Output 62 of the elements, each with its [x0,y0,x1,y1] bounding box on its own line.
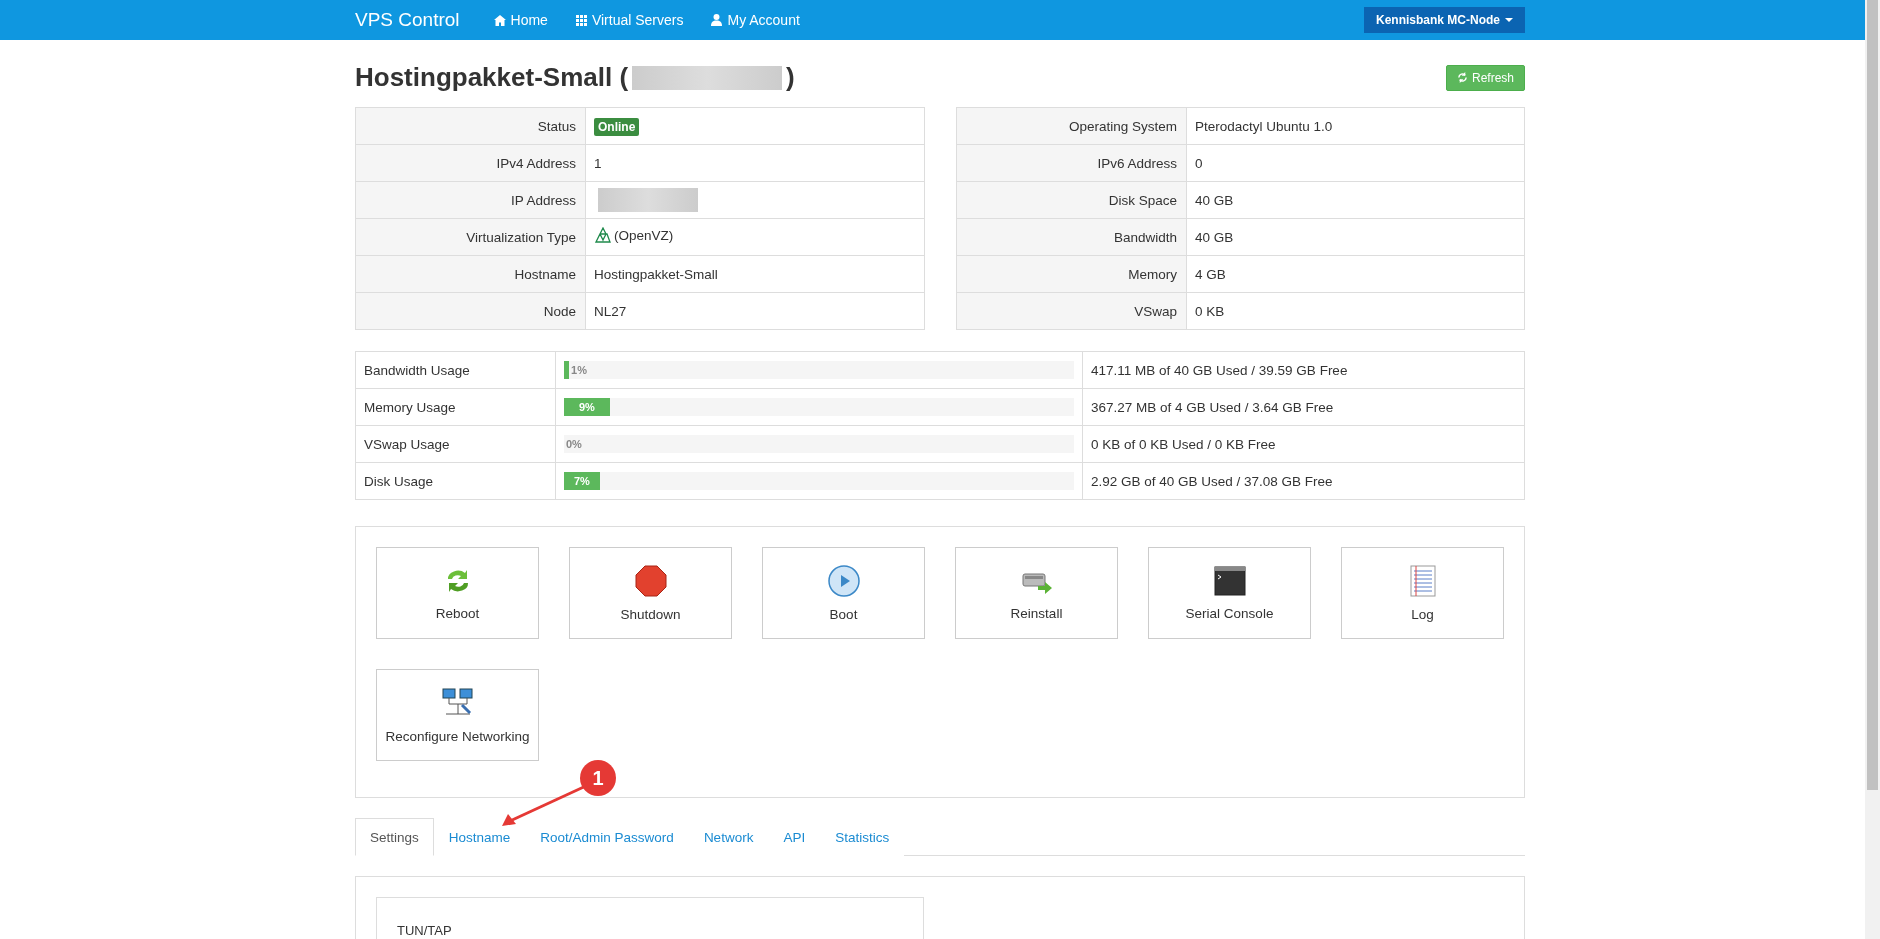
action-button[interactable]: Shutdown [569,547,732,639]
table-cell: 4 GB [1186,255,1525,293]
table-cell: 0 KB [1186,292,1525,330]
home-icon [493,14,506,26]
table-cell: NL27 [594,303,627,319]
notepad-icon [1409,564,1436,597]
action-button[interactable]: Reboot [376,547,539,639]
action-button[interactable]: Serial Console [1148,547,1311,639]
table-cell: 2.92 GB of 40 GB Used / 37.08 GB Free [1082,462,1525,500]
table-cell: 40 GB [1186,218,1525,256]
node-dropdown-button[interactable]: Kennisbank MC-Node [1364,7,1525,33]
nav-link[interactable]: My Account [711,12,800,28]
page-title: Hostingpakket-Small ( [355,62,629,93]
table-cell: VSwap Usage [355,425,556,463]
percent-label: 1% [570,363,587,378]
action-button[interactable]: Log [1341,547,1504,639]
refresh-icon [1456,72,1468,83]
table-cell: Status [355,107,586,145]
table-cell: Disk Usage [355,462,556,500]
table-cell: Bandwidth [956,218,1187,256]
table-cell: Memory [956,255,1187,293]
table-cell: Operating System [956,107,1187,145]
status-badge: Online [594,117,640,136]
terminal-icon [1213,565,1246,596]
table-cell: Hostname [355,255,586,293]
table-cell: 417.11 MB of 40 GB Used / 39.59 GB Free [1082,351,1525,389]
page-title: ) [786,62,795,93]
annotation-marker: 1 [580,760,616,796]
setting-label: TUN/TAP [397,923,452,938]
action-button[interactable]: Boot [762,547,925,639]
table-cell: 0 [1186,144,1525,182]
table-cell: 0 KB of 0 KB Used / 0 KB Free [1082,425,1525,463]
table-cell: VSwap [956,292,1187,330]
scrollbar[interactable] [1865,0,1880,939]
table-cell: Virtualization Type [355,218,586,256]
user-icon [711,14,723,26]
table-cell: 40 GB [1186,181,1525,219]
brand-title: VPS Control [355,9,460,31]
grid-icon [575,14,587,26]
action-button[interactable]: Reconfigure Networking [376,669,539,761]
stop-sign-icon [634,564,667,597]
caret-icon [1505,18,1513,22]
percent-label: 7% [573,474,590,489]
play-icon [827,564,860,597]
table-cell: (OpenVZ) [614,228,674,243]
table-cell: IPv6 Address [956,144,1187,182]
table-cell: IPv4 Address [355,144,586,182]
table-cell: Bandwidth Usage [355,351,556,389]
table-cell: 1 [594,155,602,171]
table-cell: IP Address [355,181,586,219]
table-cell: Pterodactyl Ubuntu 1.0 [1186,107,1525,145]
table-cell: Hostingpakket-Small [594,266,718,282]
table-cell: Disk Space [956,181,1187,219]
percent-label: 9% [579,400,595,415]
table-cell: Memory Usage [355,388,556,426]
tab[interactable]: Settings [355,818,434,856]
action-button[interactable]: Reinstall [955,547,1118,639]
table-cell: 367.27 MB of 4 GB Used / 3.64 GB Free [1082,388,1525,426]
percent-label: 0% [565,437,582,452]
nav-link[interactable]: Virtual Servers [575,12,684,28]
nav-link[interactable]: Home [493,12,548,28]
table-cell: Node [355,292,586,330]
